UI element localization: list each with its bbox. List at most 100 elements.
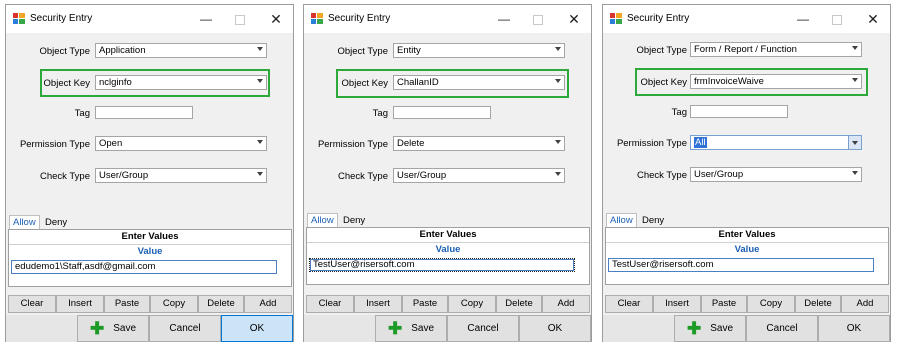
object-key-dropdown[interactable]: nclginfo bbox=[95, 75, 267, 90]
paste-button[interactable]: Paste bbox=[701, 295, 747, 313]
chevron-down-icon bbox=[555, 79, 561, 83]
cancel-button[interactable]: Cancel bbox=[746, 315, 818, 342]
ok-button[interactable]: OK bbox=[221, 315, 293, 342]
close-icon[interactable]: ✕ bbox=[862, 10, 884, 28]
value-cell[interactable]: TestUser@risersoft.com bbox=[309, 258, 575, 272]
values-grid[interactable]: Enter Values Value TestUser@risersoft.co… bbox=[306, 227, 590, 285]
window-title: Security Entry bbox=[328, 13, 391, 24]
paste-button[interactable]: Paste bbox=[104, 295, 150, 313]
tag-input[interactable] bbox=[690, 105, 788, 118]
value-cell[interactable]: edudemo1\Staff,asdf@gmail.com bbox=[11, 260, 277, 274]
object-key-dropdown[interactable]: ChallanID bbox=[393, 75, 565, 90]
values-grid[interactable]: Enter Values Value edudemo1\Staff,asdf@g… bbox=[8, 229, 292, 287]
permission-type-dropdown[interactable]: Delete bbox=[393, 136, 565, 151]
maximize-icon[interactable] bbox=[229, 10, 251, 28]
cancel-button[interactable]: Cancel bbox=[447, 315, 519, 342]
permission-type-value: All bbox=[694, 137, 707, 148]
object-key-value: nclginfo bbox=[99, 77, 132, 88]
delete-button[interactable]: Delete bbox=[795, 295, 841, 313]
tag-label: Tag bbox=[372, 108, 388, 119]
security-entry-window-1: Security Entry — ✕ Object Type Applicati… bbox=[5, 4, 294, 342]
clear-button[interactable]: Clear bbox=[605, 295, 653, 313]
tag-label: Tag bbox=[671, 107, 687, 118]
value-cell[interactable]: TestUser@risersoft.com bbox=[608, 258, 874, 272]
check-type-dropdown[interactable]: User/Group bbox=[393, 168, 565, 183]
tag-input[interactable] bbox=[95, 106, 193, 119]
object-type-label: Object Type bbox=[39, 46, 90, 57]
insert-button[interactable]: Insert bbox=[56, 295, 104, 313]
tab-deny[interactable]: Deny bbox=[340, 214, 368, 228]
check-type-label: Check Type bbox=[338, 171, 388, 182]
copy-button[interactable]: Copy bbox=[747, 295, 795, 313]
save-button[interactable]: ✚ Save bbox=[77, 315, 149, 342]
close-icon[interactable]: ✕ bbox=[265, 10, 287, 28]
add-button[interactable]: Add bbox=[841, 295, 889, 313]
values-grid[interactable]: Enter Values Value TestUser@risersoft.co… bbox=[605, 227, 889, 285]
object-type-dropdown[interactable]: Application bbox=[95, 43, 267, 58]
title-bar[interactable]: Security Entry — ✕ bbox=[603, 5, 890, 33]
title-bar[interactable]: Security Entry — ✕ bbox=[6, 5, 293, 33]
chevron-down-icon bbox=[257, 79, 263, 83]
tab-allow[interactable]: Allow bbox=[9, 215, 40, 230]
insert-button[interactable]: Insert bbox=[354, 295, 402, 313]
paste-button[interactable]: Paste bbox=[402, 295, 448, 313]
save-label: Save bbox=[113, 323, 137, 334]
close-icon[interactable]: ✕ bbox=[563, 10, 585, 28]
delete-button[interactable]: Delete bbox=[496, 295, 542, 313]
clear-button[interactable]: Clear bbox=[8, 295, 56, 313]
clear-button[interactable]: Clear bbox=[306, 295, 354, 313]
ok-button[interactable]: OK bbox=[519, 315, 591, 342]
object-key-label: Object Key bbox=[341, 78, 388, 89]
tag-input[interactable] bbox=[393, 106, 491, 119]
check-type-label: Check Type bbox=[40, 171, 90, 182]
minimize-icon[interactable]: — bbox=[792, 10, 814, 28]
minimize-icon[interactable]: — bbox=[493, 10, 515, 28]
plus-icon: ✚ bbox=[89, 318, 105, 338]
chevron-down-icon bbox=[257, 172, 263, 176]
title-bar[interactable]: Security Entry — ✕ bbox=[304, 5, 591, 33]
object-type-dropdown[interactable]: Entity bbox=[393, 43, 565, 58]
save-button[interactable]: ✚ Save bbox=[674, 315, 746, 342]
grid-column-value: Value bbox=[734, 244, 760, 255]
permission-type-dropdown[interactable]: Open bbox=[95, 136, 267, 151]
cancel-button[interactable]: Cancel bbox=[149, 315, 221, 342]
dropdown-button[interactable] bbox=[848, 136, 861, 149]
permission-type-dropdown[interactable]: All bbox=[690, 135, 862, 150]
tab-allow[interactable]: Allow bbox=[606, 213, 637, 228]
tab-deny[interactable]: Deny bbox=[639, 214, 667, 228]
check-type-dropdown[interactable]: User/Group bbox=[95, 168, 267, 183]
object-type-dropdown[interactable]: Form / Report / Function bbox=[690, 42, 862, 57]
maximize-icon[interactable] bbox=[527, 10, 549, 28]
selected-text: All bbox=[694, 137, 707, 148]
object-key-value: ChallanID bbox=[397, 77, 439, 88]
check-type-dropdown[interactable]: User/Group bbox=[690, 167, 862, 182]
security-entry-window-3: Security Entry — ✕ Object Type Form / Re… bbox=[602, 4, 891, 342]
maximize-icon[interactable] bbox=[826, 10, 848, 28]
security-app-icon bbox=[610, 13, 622, 24]
delete-button[interactable]: Delete bbox=[198, 295, 244, 313]
chevron-down-icon bbox=[555, 47, 561, 51]
copy-button[interactable]: Copy bbox=[150, 295, 198, 313]
ok-button[interactable]: OK bbox=[818, 315, 890, 342]
object-key-label: Object Key bbox=[640, 77, 687, 88]
minimize-icon[interactable]: — bbox=[195, 10, 217, 28]
object-key-dropdown[interactable]: frmInvoiceWaive bbox=[690, 74, 862, 89]
permission-type-value: Delete bbox=[397, 138, 425, 149]
plus-icon: ✚ bbox=[686, 318, 702, 338]
tag-label: Tag bbox=[74, 108, 90, 119]
grid-column-value: Value bbox=[137, 246, 163, 257]
add-button[interactable]: Add bbox=[542, 295, 590, 313]
add-button[interactable]: Add bbox=[244, 295, 292, 313]
object-type-label: Object Type bbox=[337, 46, 388, 57]
security-app-icon bbox=[311, 13, 323, 24]
button-bar-spacer bbox=[603, 315, 674, 342]
tab-allow[interactable]: Allow bbox=[307, 213, 338, 228]
insert-button[interactable]: Insert bbox=[653, 295, 701, 313]
chevron-down-icon bbox=[852, 78, 858, 82]
save-button[interactable]: ✚ Save bbox=[375, 315, 447, 342]
copy-button[interactable]: Copy bbox=[448, 295, 496, 313]
security-app-icon bbox=[13, 13, 25, 24]
tab-deny[interactable]: Deny bbox=[42, 216, 70, 230]
check-type-value: User/Group bbox=[99, 170, 149, 181]
chevron-down-icon bbox=[257, 140, 263, 144]
